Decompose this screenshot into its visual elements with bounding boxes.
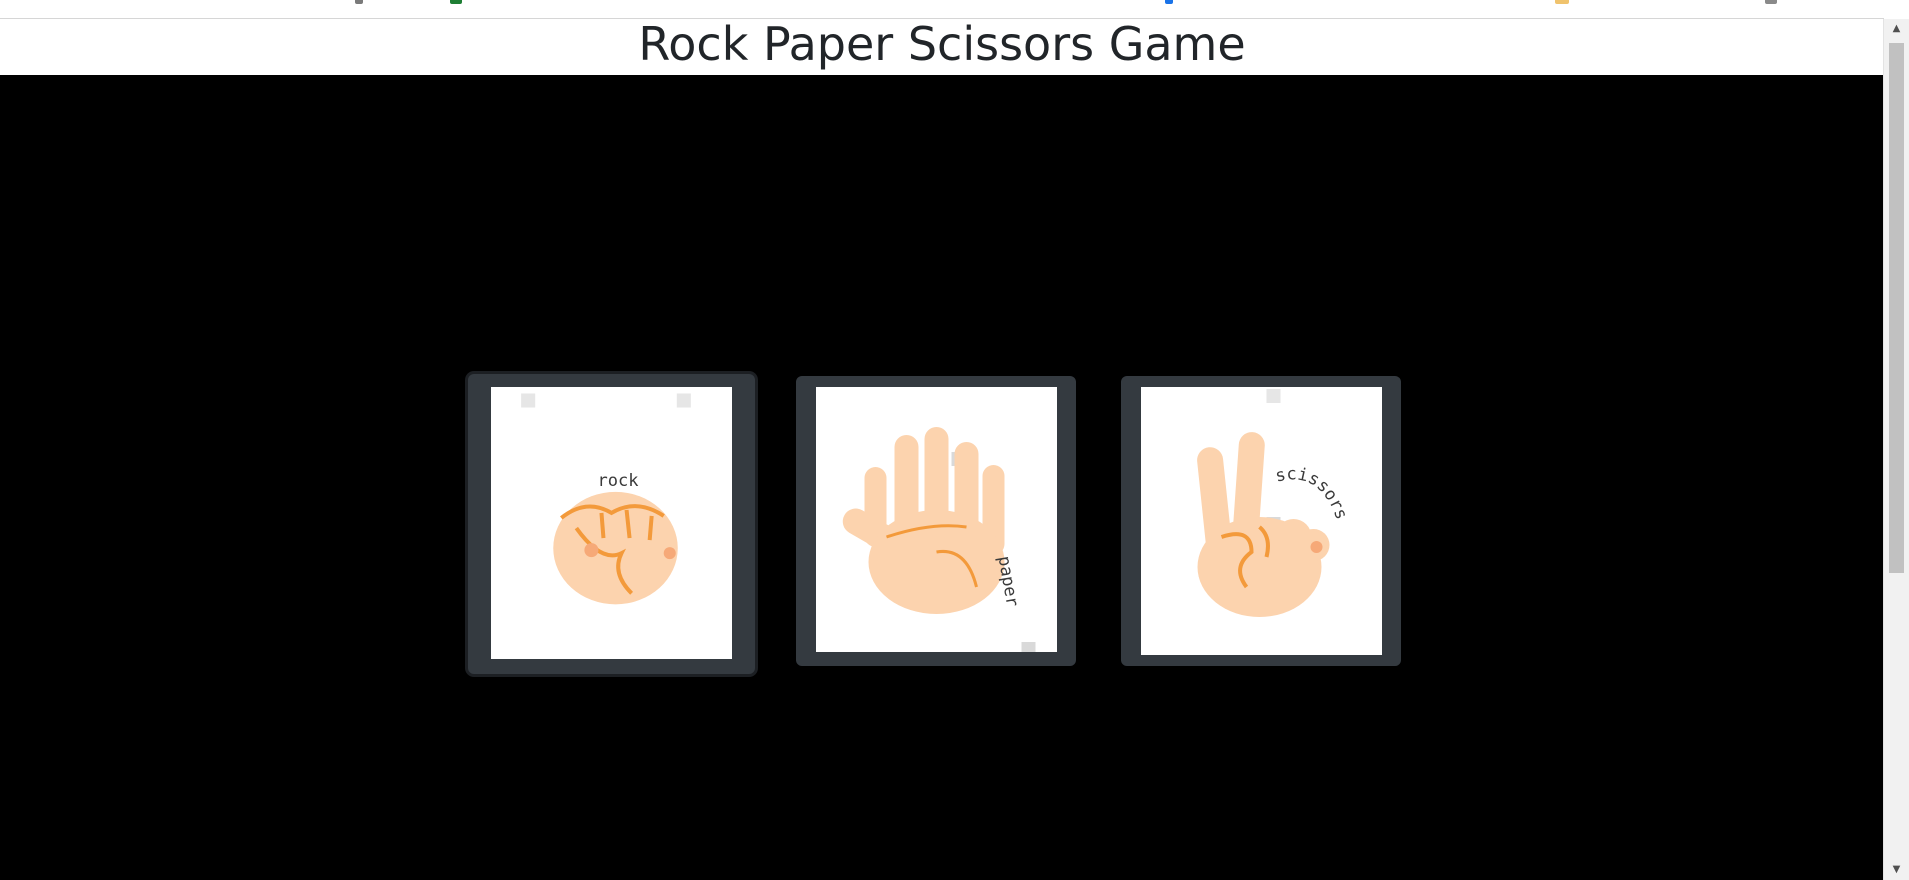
bookmark-icon[interactable] (355, 0, 363, 4)
scissors-image: scissors (1141, 387, 1382, 655)
open-hand-icon: paper (816, 387, 1057, 652)
page-title: Rock Paper Scissors Game (638, 17, 1246, 71)
game-arena: rock paper scissors (0, 75, 1884, 880)
chevron-down-icon[interactable]: ▼ (1884, 860, 1909, 880)
victory-hand-icon: scissors (1141, 387, 1382, 655)
rock-label: rock (597, 471, 639, 491)
chevron-up-icon[interactable]: ▲ (1884, 19, 1909, 39)
scissors-choice-button[interactable]: scissors (1121, 376, 1401, 666)
rock-image: rock (491, 387, 732, 659)
bookmark-icon[interactable] (1765, 0, 1777, 4)
vertical-scrollbar[interactable]: ▲ ▼ (1883, 19, 1909, 880)
scrollbar-thumb[interactable] (1889, 43, 1904, 573)
fist-icon: rock (491, 387, 732, 659)
bookmark-icon[interactable] (1555, 0, 1569, 4)
bookmark-icon[interactable] (450, 0, 462, 4)
bookmark-icon[interactable] (1165, 0, 1173, 4)
rock-choice-button[interactable]: rock (468, 374, 755, 674)
page-header: Rock Paper Scissors Game (0, 17, 1884, 75)
paper-image: paper (816, 387, 1057, 652)
paper-choice-button[interactable]: paper (796, 376, 1076, 666)
